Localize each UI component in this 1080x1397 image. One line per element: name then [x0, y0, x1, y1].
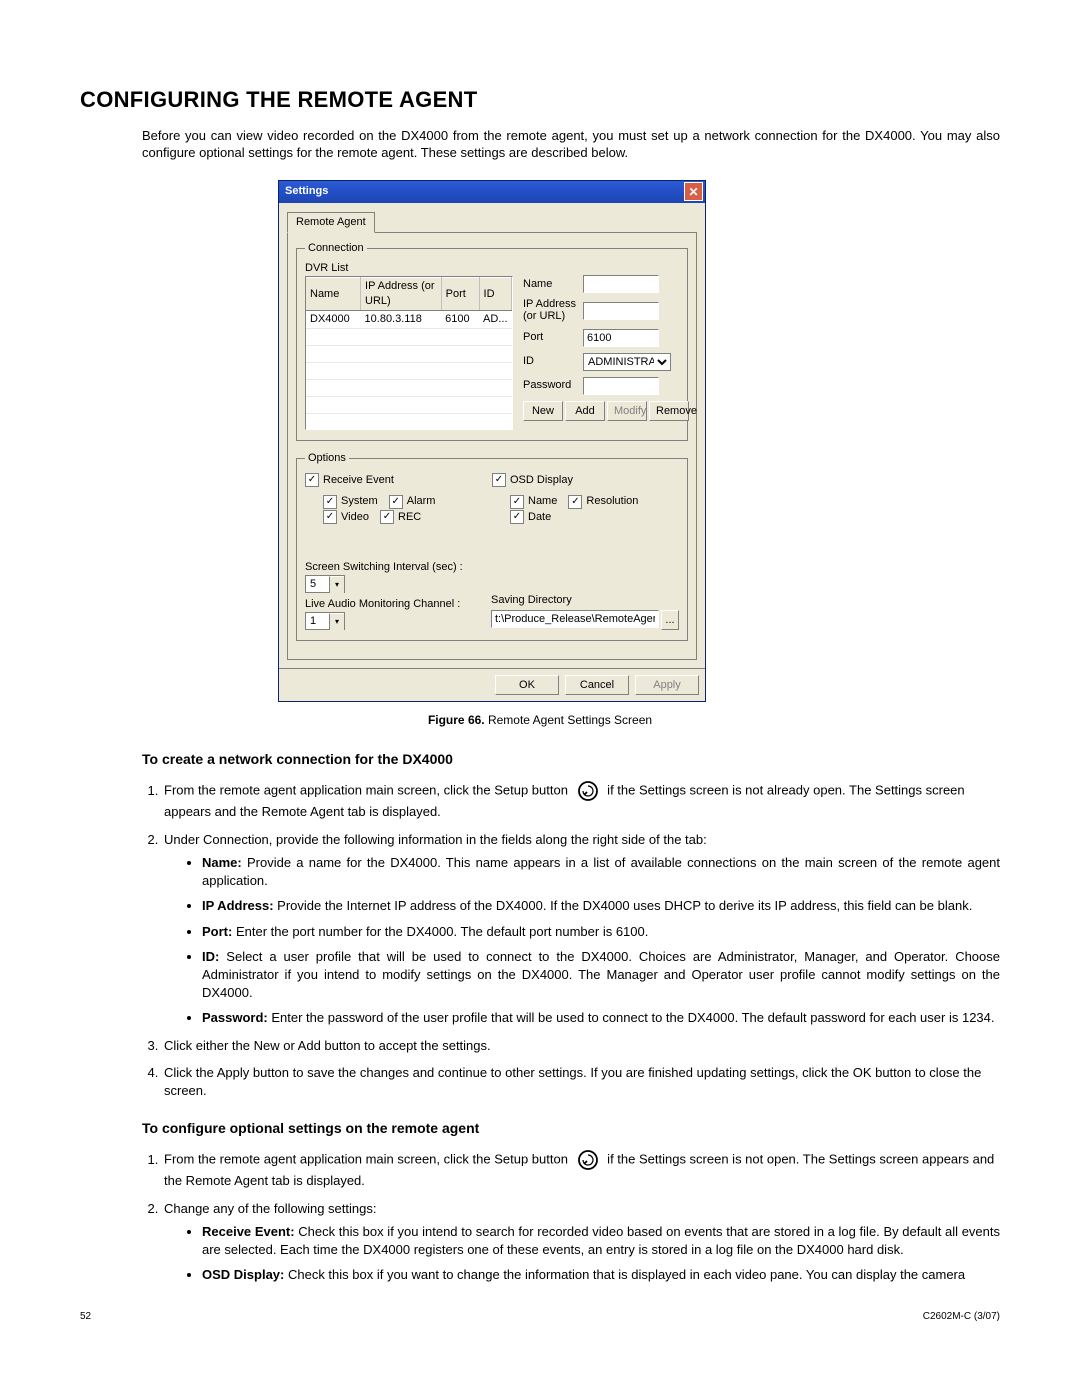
intro-paragraph: Before you can view video recorded on th… [142, 127, 1000, 162]
alarm-checkbox[interactable]: ✓Alarm [389, 494, 436, 509]
doc-id: C2602M-C (3/07) [923, 1310, 1000, 1324]
port-field-label: Port [523, 330, 579, 345]
table-row[interactable]: DX4000 10.80.3.118 6100 AD... [306, 311, 512, 329]
figure-caption: Figure 66. Remote Agent Settings Screen [80, 712, 1000, 728]
dvr-list[interactable]: Name IP Address (or URL) Port ID DX4000 … [305, 276, 513, 430]
cancel-button[interactable]: Cancel [565, 675, 629, 695]
section1-steps: From the remote agent application main s… [144, 779, 1000, 1099]
password-field-label: Password [523, 378, 579, 393]
setup-icon [576, 779, 600, 803]
saving-directory-label: Saving Directory [491, 593, 679, 608]
options-group: Options ✓Receive Event ✓System ✓Alarm ✓V… [296, 451, 688, 641]
name-checkbox[interactable]: ✓Name [510, 494, 557, 509]
settings-dialog-screenshot: Settings ✕ Remote Agent Connection DVR L… [278, 180, 1000, 702]
connection-group: Connection DVR List Name IP Address (or … [296, 241, 688, 442]
name-field-label: Name [523, 277, 579, 292]
apply-button[interactable]: Apply [635, 675, 699, 695]
col-id[interactable]: ID [479, 278, 511, 311]
options-legend: Options [305, 451, 349, 466]
tab-remote-agent[interactable]: Remote Agent [287, 212, 375, 233]
audio-channel-label: Live Audio Monitoring Channel : [305, 598, 460, 610]
add-button[interactable]: Add [565, 401, 605, 421]
close-icon[interactable]: ✕ [684, 182, 703, 201]
saving-directory-field[interactable] [491, 610, 659, 628]
section2-steps: From the remote agent application main s… [144, 1148, 1000, 1284]
col-port[interactable]: Port [441, 278, 479, 311]
dvr-list-label: DVR List [305, 261, 513, 276]
screen-interval-select[interactable]: 5▾ [305, 575, 345, 593]
port-field[interactable] [583, 329, 659, 347]
col-name[interactable]: Name [306, 278, 361, 311]
name-field[interactable] [583, 275, 659, 293]
osd-display-checkbox[interactable]: ✓OSD Display [492, 473, 573, 488]
dialog-title: Settings [285, 184, 328, 199]
remove-button[interactable]: Remove [649, 401, 689, 421]
page-number: 52 [80, 1310, 91, 1324]
page-footer: 52 C2602M-C (3/07) [80, 1310, 1000, 1324]
id-field[interactable]: ADMINISTRATO [583, 353, 671, 371]
screen-interval-label: Screen Switching Interval (sec) : [305, 561, 463, 573]
setup-icon [576, 1148, 600, 1172]
connection-legend: Connection [305, 241, 367, 256]
password-field[interactable] [583, 377, 659, 395]
video-checkbox[interactable]: ✓Video [323, 510, 369, 525]
resolution-checkbox[interactable]: ✓Resolution [568, 494, 638, 509]
section2-title: To configure optional settings on the re… [142, 1119, 1000, 1138]
browse-button[interactable]: ... [661, 610, 679, 630]
page-title: CONFIGURING THE REMOTE AGENT [80, 85, 1000, 115]
ip-field[interactable] [583, 302, 659, 320]
modify-button[interactable]: Modify [607, 401, 647, 421]
audio-channel-select[interactable]: 1▾ [305, 612, 345, 630]
receive-event-checkbox[interactable]: ✓Receive Event [305, 473, 394, 488]
col-ip[interactable]: IP Address (or URL) [361, 278, 442, 311]
id-field-label: ID [523, 354, 579, 369]
date-checkbox[interactable]: ✓Date [510, 510, 551, 525]
rec-checkbox[interactable]: ✓REC [380, 510, 421, 525]
ok-button[interactable]: OK [495, 675, 559, 695]
system-checkbox[interactable]: ✓System [323, 494, 378, 509]
new-button[interactable]: New [523, 401, 563, 421]
section1-title: To create a network connection for the D… [142, 750, 1000, 769]
ip-field-label: IP Address (or URL) [523, 299, 579, 322]
